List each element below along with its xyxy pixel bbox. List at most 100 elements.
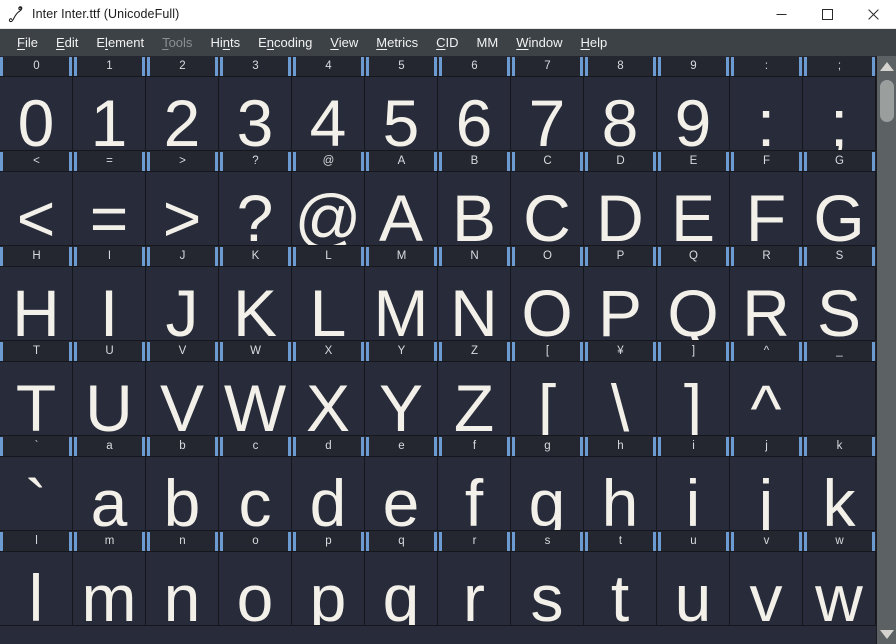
glyph-character: B xyxy=(452,185,496,245)
glyph-cell[interactable]: < xyxy=(0,172,73,245)
glyph-cell[interactable]: p xyxy=(292,552,365,625)
glyph-cell[interactable]: M xyxy=(365,267,438,340)
menu-edit[interactable]: Edit xyxy=(47,33,87,52)
glyph-cell[interactable]: a xyxy=(73,457,146,530)
glyph-cell[interactable]: 4 xyxy=(292,77,365,150)
glyph-cell[interactable]: g xyxy=(511,457,584,530)
glyph-cell[interactable]: ^ xyxy=(730,362,803,435)
glyph-cell[interactable]: Q xyxy=(657,267,730,340)
menu-mm[interactable]: MM xyxy=(468,33,508,52)
glyph-cell[interactable]: L xyxy=(292,267,365,340)
glyph-cell[interactable]: ? xyxy=(219,172,292,245)
glyph-cell[interactable]: w xyxy=(803,552,876,625)
glyph-cell[interactable]: B xyxy=(438,172,511,245)
glyph-cell[interactable]: 2 xyxy=(146,77,219,150)
glyph-cell[interactable]: Y xyxy=(365,362,438,435)
glyph-header-label: < xyxy=(0,151,73,172)
column-tick-marker xyxy=(434,247,443,266)
glyph-cell[interactable]: J xyxy=(146,267,219,340)
glyph-cell[interactable]: = xyxy=(73,172,146,245)
glyph-cell[interactable]: 0 xyxy=(0,77,73,150)
glyph-cell[interactable]: \ xyxy=(584,362,657,435)
glyph-grid[interactable]: 0123456789:;0123456789:;<=>?@ABCDEFG<=>?… xyxy=(0,56,876,644)
glyph-cell[interactable]: G xyxy=(803,172,876,245)
glyph-cell[interactable]: ; xyxy=(803,77,876,150)
menu-metrics[interactable]: Metrics xyxy=(367,33,427,52)
glyph-header-label: ^ xyxy=(730,341,803,362)
glyph-cell[interactable]: U xyxy=(73,362,146,435)
menu-encoding[interactable]: Encoding xyxy=(249,33,321,52)
glyph-cell[interactable]: ] xyxy=(657,362,730,435)
column-tick-marker xyxy=(69,247,78,266)
glyph-cell[interactable]: P xyxy=(584,267,657,340)
minimize-icon[interactable] xyxy=(758,0,804,28)
glyph-cell[interactable]: u xyxy=(657,552,730,625)
glyph-cell[interactable]: I xyxy=(73,267,146,340)
glyph-cell[interactable]: k xyxy=(803,457,876,530)
menu-help[interactable]: Help xyxy=(571,33,616,52)
scroll-down-arrow-icon[interactable] xyxy=(877,624,896,644)
glyph-cell[interactable]: X xyxy=(292,362,365,435)
glyph-cell[interactable]: t xyxy=(584,552,657,625)
glyph-cell[interactable]: n xyxy=(146,552,219,625)
glyph-cell[interactable]: 1 xyxy=(73,77,146,150)
column-tick-marker xyxy=(726,152,735,171)
glyph-cell[interactable]: K xyxy=(219,267,292,340)
glyph-cell[interactable]: Z xyxy=(438,362,511,435)
glyph-cell[interactable]: V xyxy=(146,362,219,435)
glyph-cell[interactable]: 5 xyxy=(365,77,438,150)
glyph-cell[interactable]: F xyxy=(730,172,803,245)
menu-cid[interactable]: CID xyxy=(427,33,467,52)
menu-window[interactable]: Window xyxy=(507,33,571,52)
glyph-cell[interactable]: > xyxy=(146,172,219,245)
glyph-character: h xyxy=(602,470,639,530)
glyph-cell[interactable]: : xyxy=(730,77,803,150)
glyph-cell[interactable]: s xyxy=(511,552,584,625)
glyph-cell[interactable]: r xyxy=(438,552,511,625)
glyph-cell[interactable]: @ xyxy=(292,172,365,245)
maximize-icon[interactable] xyxy=(804,0,850,28)
glyph-cell[interactable]: O xyxy=(511,267,584,340)
glyph-cell[interactable]: 7 xyxy=(511,77,584,150)
glyph-cell[interactable]: v xyxy=(730,552,803,625)
column-tick-marker xyxy=(361,247,370,266)
glyph-cell[interactable]: m xyxy=(73,552,146,625)
glyph-cell[interactable]: d xyxy=(292,457,365,530)
glyph-cell[interactable]: W xyxy=(219,362,292,435)
glyph-cell[interactable]: D xyxy=(584,172,657,245)
glyph-cell[interactable]: S xyxy=(803,267,876,340)
menu-view[interactable]: View xyxy=(321,33,367,52)
glyph-cell[interactable]: H xyxy=(0,267,73,340)
glyph-cell[interactable]: e xyxy=(365,457,438,530)
glyph-cell[interactable]: c xyxy=(219,457,292,530)
vertical-scrollbar[interactable] xyxy=(876,56,896,644)
close-icon[interactable] xyxy=(850,0,896,28)
glyph-cell[interactable]: b xyxy=(146,457,219,530)
scroll-thumb[interactable] xyxy=(880,80,894,122)
menu-element[interactable]: Element xyxy=(87,33,153,52)
glyph-cell[interactable]: [ xyxy=(511,362,584,435)
menu-hints[interactable]: Hints xyxy=(201,33,249,52)
glyph-cell[interactable]: N xyxy=(438,267,511,340)
glyph-cell[interactable]: T xyxy=(0,362,73,435)
glyph-cell[interactable]: ` xyxy=(0,457,73,530)
glyph-cell[interactable]: _ xyxy=(803,362,876,435)
glyph-cell[interactable]: q xyxy=(365,552,438,625)
glyph-character: N xyxy=(450,280,498,340)
glyph-cell[interactable]: o xyxy=(219,552,292,625)
glyph-cell[interactable]: C xyxy=(511,172,584,245)
glyph-cell[interactable]: 9 xyxy=(657,77,730,150)
glyph-cell[interactable]: 8 xyxy=(584,77,657,150)
menu-file[interactable]: File xyxy=(8,33,47,52)
glyph-cell[interactable]: h xyxy=(584,457,657,530)
glyph-cell[interactable]: f xyxy=(438,457,511,530)
glyph-cell[interactable]: i xyxy=(657,457,730,530)
scroll-up-arrow-icon[interactable] xyxy=(877,56,896,76)
glyph-cell[interactable]: j xyxy=(730,457,803,530)
glyph-cell[interactable]: 6 xyxy=(438,77,511,150)
glyph-cell[interactable]: E xyxy=(657,172,730,245)
glyph-cell[interactable]: l xyxy=(0,552,73,625)
glyph-cell[interactable]: 3 xyxy=(219,77,292,150)
glyph-cell[interactable]: A xyxy=(365,172,438,245)
glyph-cell[interactable]: R xyxy=(730,267,803,340)
